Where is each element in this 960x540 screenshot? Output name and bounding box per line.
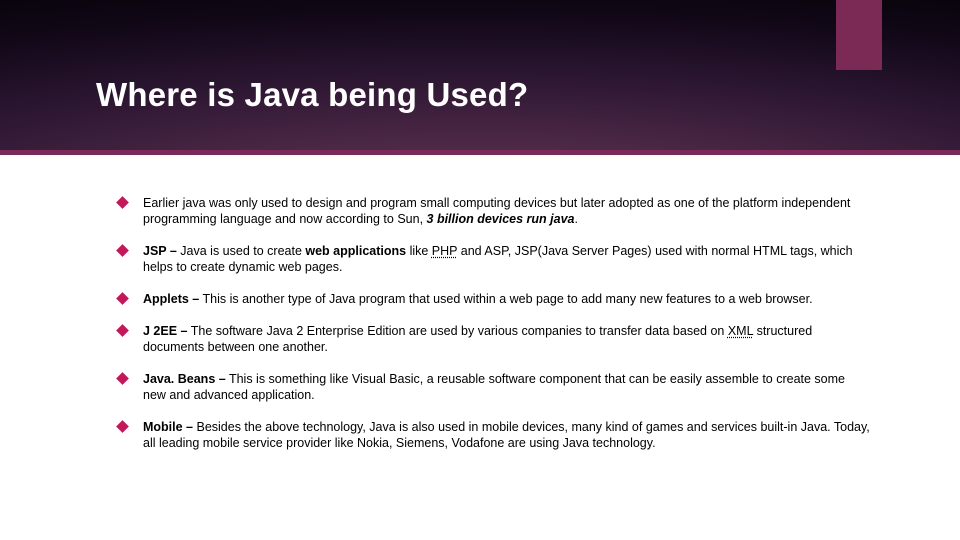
bullet-item: Applets – This is another type of Java p… [118,291,870,307]
header-divider [0,150,960,155]
bullet-text: J 2EE – The software Java 2 Enterprise E… [143,323,870,355]
bullet-item: J 2EE – The software Java 2 Enterprise E… [118,323,870,355]
bullet-text: Java. Beans – This is something like Vis… [143,371,870,403]
accent-box [836,0,882,70]
bullet-item: Java. Beans – This is something like Vis… [118,371,870,403]
content-area: Earlier java was only used to design and… [118,195,870,467]
diamond-bullet-icon [116,420,129,433]
diamond-bullet-icon [116,324,129,337]
bullet-item: Mobile – Besides the above technology, J… [118,419,870,451]
bullet-text: Applets – This is another type of Java p… [143,291,870,307]
bullet-item: JSP – Java is used to create web applica… [118,243,870,275]
diamond-bullet-icon [116,196,129,209]
bullet-text: Mobile – Besides the above technology, J… [143,419,870,451]
slide-title: Where is Java being Used? [96,76,528,114]
bullet-text: JSP – Java is used to create web applica… [143,243,870,275]
diamond-bullet-icon [116,244,129,257]
diamond-bullet-icon [116,292,129,305]
bullet-item: Earlier java was only used to design and… [118,195,870,227]
diamond-bullet-icon [116,372,129,385]
bullet-text: Earlier java was only used to design and… [143,195,870,227]
